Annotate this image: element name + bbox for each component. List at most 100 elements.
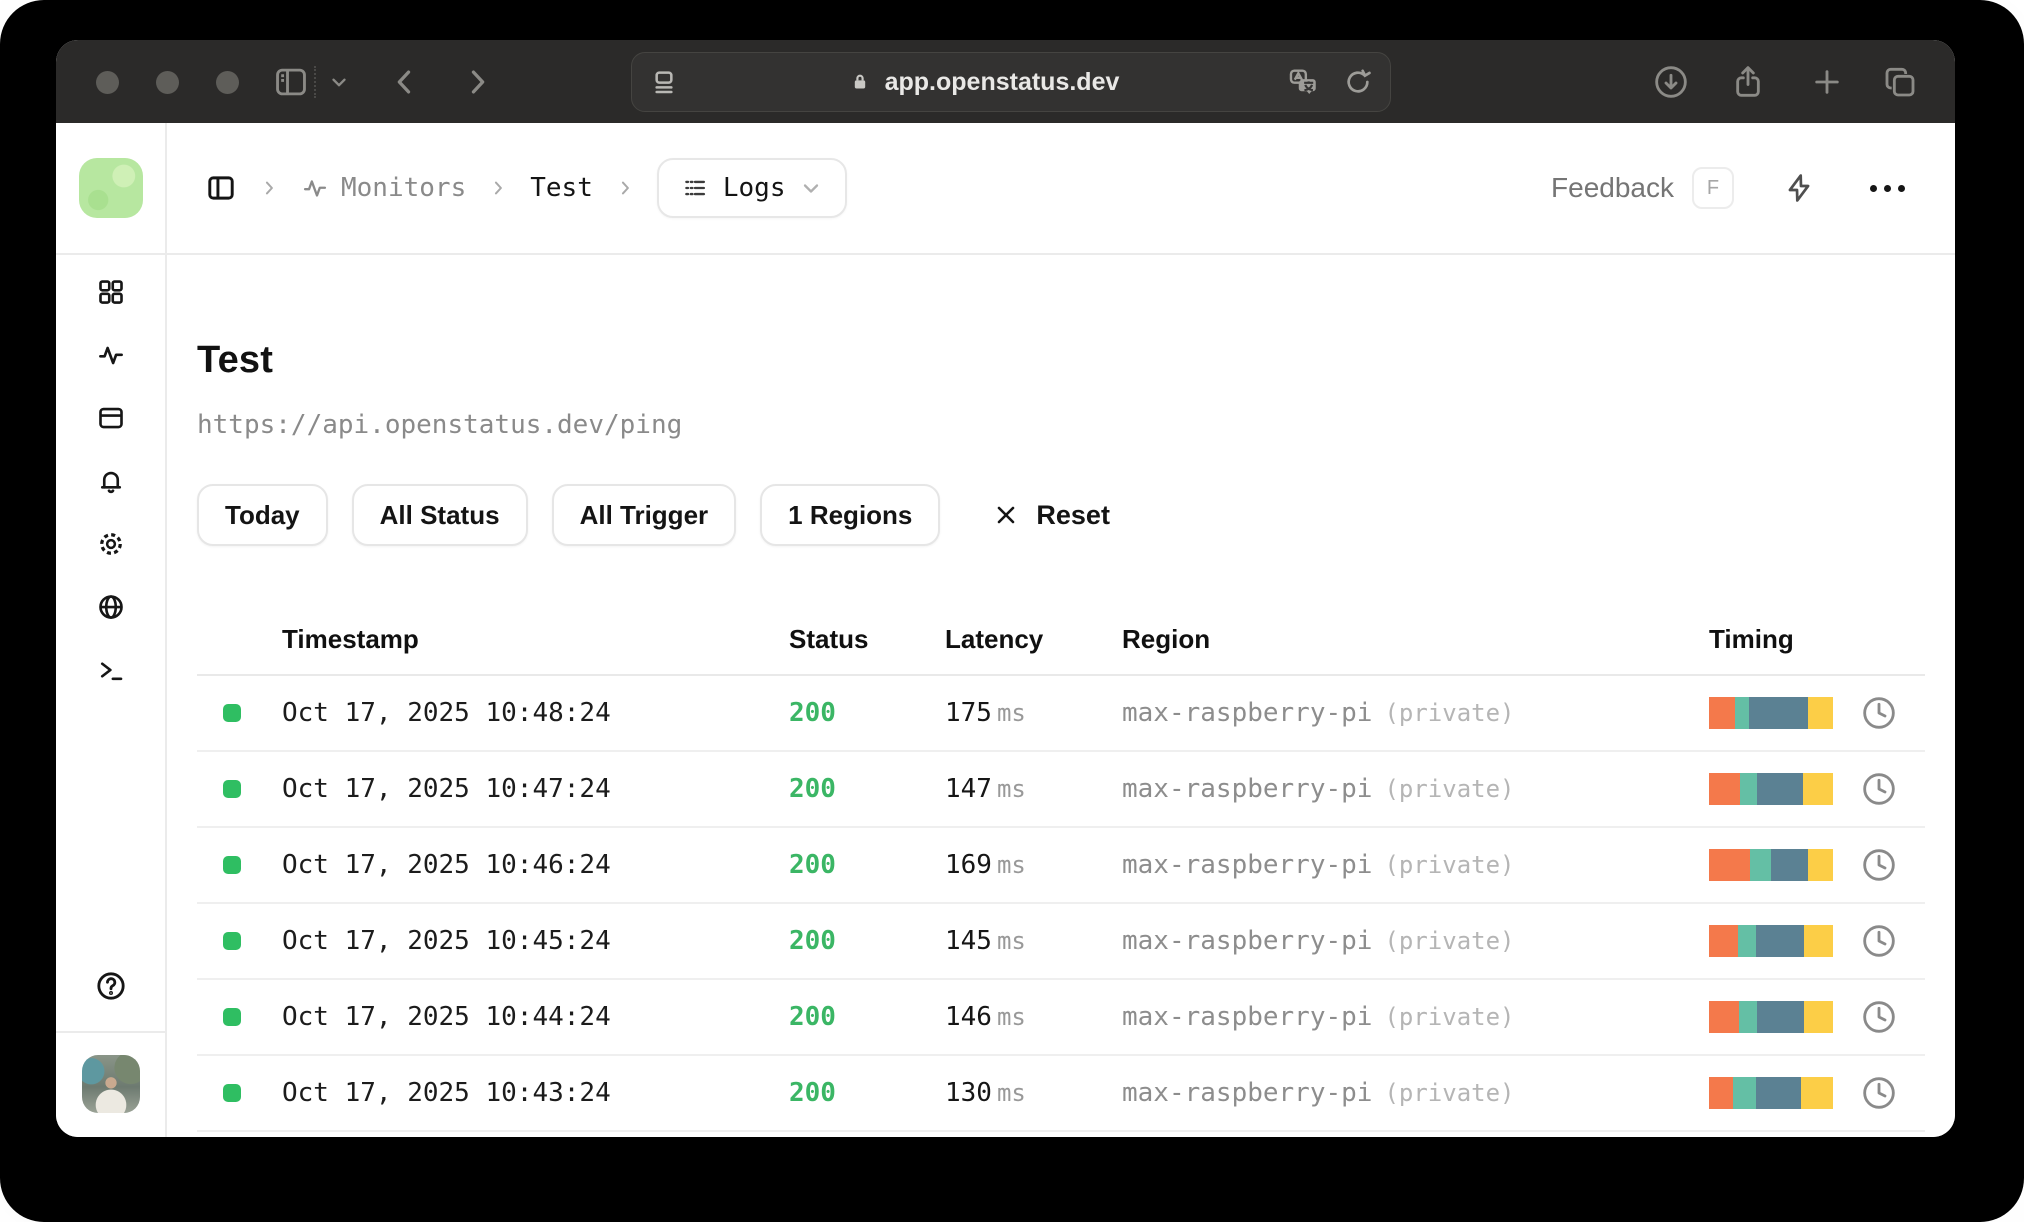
- more-options-icon[interactable]: [1870, 184, 1905, 192]
- url-text: app.openstatus.dev: [884, 67, 1120, 96]
- reset-label: Reset: [1036, 499, 1110, 530]
- reload-icon[interactable]: [1342, 66, 1374, 98]
- status-ok-dot: [223, 1084, 241, 1102]
- page-format-icon[interactable]: [648, 66, 680, 98]
- timing-bar: [1709, 925, 1833, 957]
- forward-icon[interactable]: [460, 65, 494, 99]
- filter-button-regions[interactable]: 1 Regions: [760, 484, 941, 546]
- timing-cell: [1709, 997, 1925, 1037]
- latency-unit: ms: [996, 1079, 1026, 1107]
- timing-segment: [1804, 1001, 1833, 1033]
- terminal-icon[interactable]: [96, 655, 126, 685]
- timing-segment: [1709, 925, 1738, 957]
- timing-segment: [1757, 773, 1804, 805]
- globe-icon[interactable]: [96, 592, 126, 622]
- timing-segment: [1757, 1001, 1805, 1033]
- sidebar-header: [56, 123, 165, 255]
- breadcrumb-monitor-name[interactable]: Test: [530, 173, 593, 203]
- workspace-avatar[interactable]: [78, 158, 143, 218]
- status-dot-cell: [197, 1084, 282, 1102]
- profile-avatar[interactable]: [81, 1055, 140, 1113]
- region-cell: max-raspberry-pi (private): [1122, 774, 1709, 804]
- log-table-body: Oct 17, 2025 10:48:24 200 175 ms max-rasp…: [197, 676, 1925, 1132]
- breadcrumb-chevron-icon: [259, 178, 279, 198]
- feedback-link[interactable]: Feedback: [1551, 172, 1674, 204]
- tab-group-chevron-icon[interactable]: [328, 71, 350, 93]
- log-table-row[interactable]: Oct 17, 2025 10:48:24 200 175 ms max-rasp…: [197, 676, 1925, 752]
- help-icon[interactable]: [94, 969, 128, 1003]
- close-window-button[interactable]: [96, 71, 119, 94]
- latency-value: 147: [945, 774, 992, 804]
- openstatus-app: Monitors Test Logs Feedback F Test https…: [56, 123, 1955, 1137]
- column-header-timestamp: Timestamp: [282, 623, 419, 654]
- status-code-cell: 200: [789, 698, 836, 728]
- view-selector-logs[interactable]: Logs: [656, 158, 848, 218]
- filter-button-all-status[interactable]: All Status: [351, 484, 528, 546]
- filter-bar: Today All Status All Trigger 1 Regions Rese…: [197, 484, 1925, 546]
- activity-icon: [301, 174, 329, 202]
- zoom-window-button[interactable]: [216, 71, 239, 94]
- share-icon[interactable]: [1728, 62, 1768, 102]
- latency-unit: ms: [996, 699, 1026, 727]
- status-code-cell: 200: [789, 1002, 836, 1032]
- latency-cell: 175 ms: [945, 698, 1122, 728]
- app-sidebar: [56, 123, 167, 1137]
- minimize-window-button[interactable]: [156, 71, 179, 94]
- timing-segment: [1709, 773, 1740, 805]
- column-header-region: Region: [1122, 623, 1211, 654]
- app-header: Monitors Test Logs Feedback F: [167, 123, 1955, 255]
- back-icon[interactable]: [388, 65, 422, 99]
- log-table-row[interactable]: Oct 17, 2025 10:44:24 200 146 ms max-rasp…: [197, 980, 1925, 1056]
- region-cell: max-raspberry-pi (private): [1122, 1002, 1709, 1032]
- latency-unit: ms: [996, 775, 1026, 803]
- browser-sidebar-toggle-icon[interactable]: [272, 63, 310, 101]
- settings-gear-icon[interactable]: [96, 529, 126, 559]
- timing-segment: [1756, 925, 1805, 957]
- log-table-row[interactable]: Oct 17, 2025 10:47:24 200 147 ms max-rasp…: [197, 752, 1925, 828]
- timestamp-cell: Oct 17, 2025 10:47:24: [282, 774, 611, 804]
- region-visibility-note: (private): [1384, 775, 1515, 803]
- region-cell: max-raspberry-pi (private): [1122, 1078, 1709, 1108]
- browser-titlebar: app.openstatus.dev: [56, 40, 1955, 123]
- status-dot-cell: [197, 780, 282, 798]
- latency-value: 175: [945, 698, 992, 728]
- status-code-cell: 200: [789, 1078, 836, 1108]
- downloads-icon[interactable]: [1651, 62, 1691, 102]
- region-name: max-raspberry-pi: [1122, 698, 1373, 728]
- reset-filters-button[interactable]: Reset: [986, 499, 1116, 532]
- timing-segment: [1709, 697, 1736, 729]
- window-controls: [96, 71, 239, 94]
- log-table-row[interactable]: Oct 17, 2025 10:45:24 200 145 ms max-rasp…: [197, 904, 1925, 980]
- region-name: max-raspberry-pi: [1122, 774, 1373, 804]
- timing-cell: [1709, 693, 1925, 733]
- app-sidebar-toggle-icon[interactable]: [205, 172, 237, 204]
- region-name: max-raspberry-pi: [1122, 1002, 1373, 1032]
- filter-button-today[interactable]: Today: [197, 484, 328, 546]
- timing-segment: [1803, 773, 1833, 805]
- region-visibility-note: (private): [1384, 851, 1515, 879]
- monitors-activity-icon[interactable]: [96, 340, 126, 370]
- new-tab-icon[interactable]: [1808, 63, 1846, 101]
- filter-button-all-trigger[interactable]: All Trigger: [551, 484, 737, 546]
- breadcrumb-monitors[interactable]: Monitors: [301, 173, 466, 203]
- sidebar-divider: [56, 1031, 165, 1033]
- translate-icon[interactable]: [1286, 65, 1320, 99]
- timing-bar: [1709, 1001, 1833, 1033]
- timestamp-cell: Oct 17, 2025 10:45:24: [282, 926, 611, 956]
- timing-cell: [1709, 921, 1925, 961]
- lightning-icon[interactable]: [1782, 171, 1816, 205]
- dashboard-grid-icon[interactable]: [96, 277, 126, 307]
- timing-segment: [1735, 697, 1749, 729]
- log-table-row[interactable]: Oct 17, 2025 10:43:24 200 130 ms max-rasp…: [197, 1056, 1925, 1132]
- tab-overview-icon[interactable]: [1880, 62, 1920, 102]
- log-table-row[interactable]: Oct 17, 2025 10:46:24 200 169 ms max-rasp…: [197, 828, 1925, 904]
- notifications-bell-icon[interactable]: [96, 466, 126, 496]
- timestamp-cell: Oct 17, 2025 10:43:24: [282, 1078, 611, 1108]
- screenshot-backdrop: app.openstatus.dev Monitors Test Logs Fe…: [0, 0, 2024, 1222]
- column-header-timing: Timing: [1709, 623, 1794, 654]
- address-bar[interactable]: app.openstatus.dev: [631, 52, 1391, 112]
- clock-icon: [1859, 845, 1899, 885]
- timestamp-cell: Oct 17, 2025 10:44:24: [282, 1002, 611, 1032]
- status-ok-dot: [223, 704, 241, 722]
- status-pages-panel-icon[interactable]: [96, 403, 126, 433]
